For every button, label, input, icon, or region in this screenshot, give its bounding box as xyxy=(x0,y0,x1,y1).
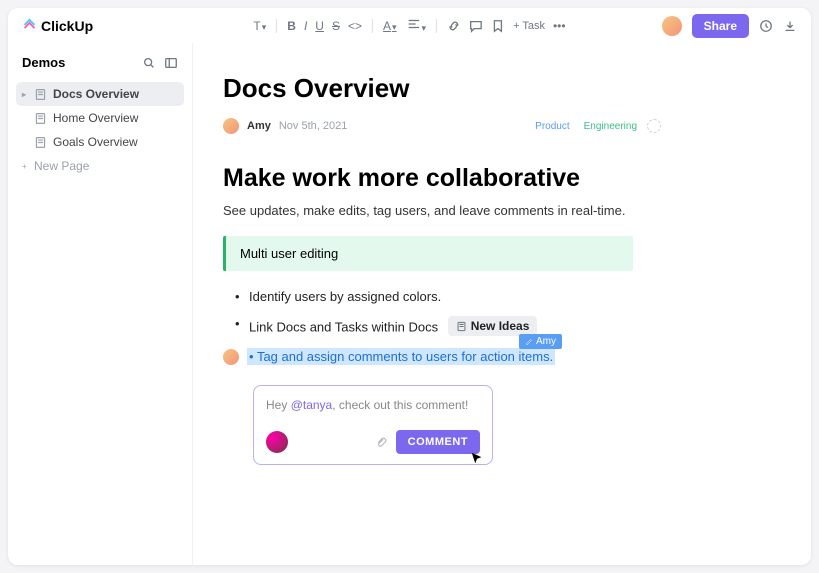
new-page-button[interactable]: + New Page xyxy=(16,154,184,178)
chevron-right-icon: ▸ xyxy=(22,90,28,99)
list-item[interactable]: Identify users by assigned colors. xyxy=(249,289,781,304)
code-button[interactable]: <> xyxy=(348,19,362,33)
pencil-icon xyxy=(525,337,533,345)
callout-block[interactable]: Multi user editing xyxy=(223,236,633,271)
logo[interactable]: ClickUp xyxy=(22,18,93,34)
italic-button[interactable]: I xyxy=(304,19,307,33)
task-chip[interactable]: New Ideas xyxy=(448,316,538,336)
mention: @tanya xyxy=(291,398,333,412)
clickup-logo-icon xyxy=(22,18,37,33)
underline-button[interactable]: U xyxy=(315,19,324,33)
formatting-toolbar: T▾ B I U S <> A▾ ▾ + Task ••• xyxy=(253,17,565,34)
doc-meta: Amy Nov 5th, 2021 Product Engineering xyxy=(223,118,781,134)
space-title: Demos xyxy=(22,55,65,70)
highlighted-line: Tag and assign comments to users for act… xyxy=(223,348,781,365)
author-avatar xyxy=(223,118,239,134)
sidebar-item-goals-overview[interactable]: Goals Overview xyxy=(16,130,184,154)
text-style-button[interactable]: T▾ xyxy=(253,19,266,33)
commenter-avatar xyxy=(266,431,288,453)
presence-badge: Amy xyxy=(519,334,562,349)
comment-input[interactable]: Hey @tanya, check out this comment! xyxy=(266,398,480,412)
more-button[interactable]: ••• xyxy=(553,19,566,33)
bullet-list: Identify users by assigned colors. Link … xyxy=(223,289,781,336)
align-button[interactable]: ▾ xyxy=(407,17,427,34)
new-page-label: New Page xyxy=(34,159,89,173)
highlighted-text[interactable]: Tag and assign comments to users for act… xyxy=(247,348,555,365)
attachment-icon[interactable] xyxy=(375,436,388,449)
download-icon[interactable] xyxy=(783,19,797,33)
bookmark-icon[interactable] xyxy=(491,19,505,33)
user-avatar[interactable] xyxy=(662,16,682,36)
share-button[interactable]: Share xyxy=(692,14,749,38)
comment-box[interactable]: Hey @tanya, check out this comment! COMM… xyxy=(253,385,493,465)
tag-engineering[interactable]: Engineering xyxy=(580,119,641,134)
topbar: ClickUp T▾ B I U S <> A▾ ▾ + Task xyxy=(8,8,811,43)
author-name: Amy xyxy=(247,120,271,132)
mouse-cursor xyxy=(470,451,484,470)
clock-icon[interactable] xyxy=(759,19,773,33)
sidebar-item-label: Docs Overview xyxy=(53,87,139,101)
brand-name: ClickUp xyxy=(41,18,93,34)
section-heading[interactable]: Make work more collaborative xyxy=(223,164,781,193)
doc-icon xyxy=(34,88,47,101)
align-icon xyxy=(407,17,421,31)
doc-icon xyxy=(34,112,47,125)
sidebar-item-label: Home Overview xyxy=(53,111,138,125)
sidebar-item-home-overview[interactable]: Home Overview xyxy=(16,106,184,130)
sidebar: Demos ▸ Docs Overview Home Overview Goal… xyxy=(8,43,193,565)
add-tag-button[interactable] xyxy=(647,119,661,133)
doc-icon xyxy=(34,136,47,149)
presence-avatar xyxy=(223,349,239,365)
doc-icon xyxy=(456,321,467,332)
comment-button[interactable]: COMMENT xyxy=(396,430,480,454)
strikethrough-button[interactable]: S xyxy=(332,19,340,33)
add-task-button[interactable]: + Task xyxy=(513,20,545,32)
app-window: ClickUp T▾ B I U S <> A▾ ▾ + Task xyxy=(8,8,811,565)
bold-button[interactable]: B xyxy=(287,19,296,33)
list-item[interactable]: Link Docs and Tasks within Docs New Idea… xyxy=(249,316,781,336)
link-icon[interactable] xyxy=(447,19,461,33)
document: Docs Overview Amy Nov 5th, 2021 Product … xyxy=(193,43,811,565)
search-icon[interactable] xyxy=(142,56,156,70)
topbar-right: Share xyxy=(662,14,797,38)
section-subtext[interactable]: See updates, make edits, tag users, and … xyxy=(223,203,781,218)
doc-tags: Product Engineering xyxy=(531,119,661,134)
tag-product[interactable]: Product xyxy=(531,119,573,134)
panel-icon[interactable] xyxy=(164,56,178,70)
sidebar-item-docs-overview[interactable]: ▸ Docs Overview xyxy=(16,82,184,106)
text-color-button[interactable]: A▾ xyxy=(383,19,397,33)
chat-icon[interactable] xyxy=(469,19,483,33)
sidebar-header: Demos xyxy=(16,55,184,82)
doc-date: Nov 5th, 2021 xyxy=(279,120,348,132)
page-title[interactable]: Docs Overview xyxy=(223,73,781,104)
sidebar-item-label: Goals Overview xyxy=(53,135,138,149)
